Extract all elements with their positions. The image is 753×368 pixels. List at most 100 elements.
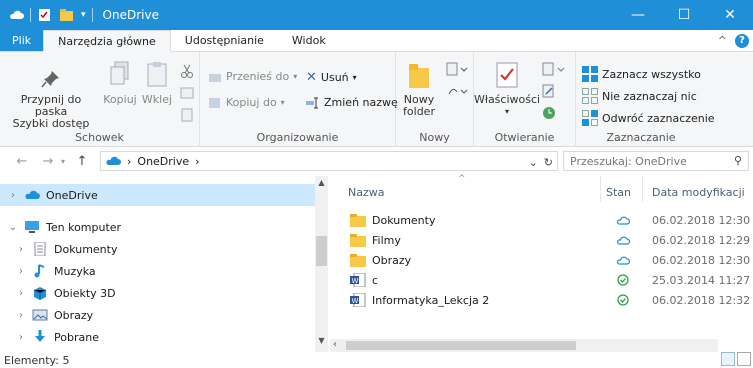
svg-text:W: W xyxy=(352,297,359,305)
path-separator[interactable]: › xyxy=(195,155,199,168)
properties-button[interactable]: Właściwości ▾ xyxy=(474,60,540,118)
path-separator[interactable]: › xyxy=(127,155,131,168)
details-view-icon[interactable] xyxy=(721,352,735,366)
quick-access-toolbar: ▾ xyxy=(0,8,93,22)
refresh-icon[interactable]: ↻ xyxy=(544,156,553,169)
group-select: Zaznacz wszystko Nie zaznaczaj nic Odwró… xyxy=(576,52,715,147)
back-button[interactable]: ← xyxy=(12,154,32,169)
rename-label: Zmień nazwę xyxy=(324,96,398,109)
maximize-button[interactable]: ☐ xyxy=(661,0,707,30)
tab-home[interactable]: Narzędzia główne xyxy=(43,30,171,52)
file-list-hscrollbar[interactable]: ‹ xyxy=(330,339,718,352)
invert-selection-button[interactable]: Odwróć zaznaczenie xyxy=(582,110,715,126)
file-row[interactable]: W Informatyka_Lekcja 2 06.02.2018 12:32 xyxy=(330,290,753,310)
expand-chevron-icon[interactable]: › xyxy=(14,288,28,299)
customize-qat-icon[interactable]: ▾ xyxy=(81,10,86,20)
new-folder-button[interactable]: Nowy folder xyxy=(398,60,440,118)
nav-label: Obrazy xyxy=(54,308,94,322)
move-to-label: Przenieś do xyxy=(226,70,290,83)
expand-chevron-icon[interactable]: › xyxy=(6,190,20,201)
paste-shortcut-icon[interactable] xyxy=(180,108,194,122)
new-item-icon[interactable] xyxy=(446,62,468,78)
file-row[interactable]: W c 25.03.2014 11:27 xyxy=(330,270,753,290)
history-icon[interactable] xyxy=(542,106,556,120)
properties-check-icon[interactable] xyxy=(37,8,53,22)
nav-item-pictures[interactable]: › Obrazy xyxy=(0,304,315,326)
address-dropdown-icon[interactable]: ⌄ xyxy=(529,156,538,169)
pin-quick-access-button[interactable]: Przypnij do paska Szybki dostęp xyxy=(6,68,96,130)
edit-icon[interactable] xyxy=(542,84,556,98)
scrollbar-thumb[interactable] xyxy=(346,341,576,350)
collapse-chevron-icon[interactable]: ⌄ xyxy=(6,222,20,233)
recent-locations-icon[interactable]: ▾ xyxy=(58,157,68,166)
search-input[interactable]: Przeszukaj: OneDrive ⚲ xyxy=(563,151,749,171)
search-icon[interactable]: ⚲ xyxy=(734,154,742,167)
nav-item-documents[interactable]: › Dokumenty xyxy=(0,238,315,260)
file-name: c xyxy=(372,273,379,287)
onedrive-cloud-icon xyxy=(106,156,121,165)
move-to-button[interactable]: Przenieś do ▾ xyxy=(208,70,297,83)
nav-pane-scrollbar[interactable]: ▲ ▼ xyxy=(315,176,328,352)
forward-button[interactable]: → xyxy=(38,154,58,169)
minimize-button[interactable]: — xyxy=(615,0,661,30)
help-icon[interactable]: ? xyxy=(735,33,749,48)
group-label-new: Nowy xyxy=(419,131,450,144)
nav-item-downloads[interactable]: › Pobrane xyxy=(0,326,315,348)
group-label-clipboard: Schowek xyxy=(75,131,124,144)
delete-label: Usuń xyxy=(320,71,349,84)
expand-chevron-icon[interactable]: › xyxy=(14,332,28,343)
select-all-icon xyxy=(582,66,598,82)
nav-item-onedrive[interactable]: › OneDrive xyxy=(0,184,315,206)
column-divider[interactable] xyxy=(642,176,643,202)
select-all-button[interactable]: Zaznacz wszystko xyxy=(582,66,701,82)
delete-button[interactable]: ✕ Usuń ▾ xyxy=(306,70,357,85)
file-row[interactable]: Filmy 06.02.2018 12:29 xyxy=(330,230,753,250)
copy-to-button[interactable]: Kopiuj do ▾ xyxy=(208,96,285,109)
nav-item-music[interactable]: › Muzyka xyxy=(0,260,315,282)
open-icon[interactable] xyxy=(542,62,566,78)
column-header-name[interactable]: Nazwa ^ xyxy=(348,174,593,202)
item-count: Elementy: 5 xyxy=(4,353,70,367)
paste-clipboard-icon xyxy=(147,62,167,87)
new-folder-icon[interactable] xyxy=(59,8,75,22)
rename-button[interactable]: Zmień nazwę xyxy=(306,96,398,109)
expand-chevron-icon[interactable]: › xyxy=(14,266,28,277)
nav-item-3d-objects[interactable]: › Obiekty 3D xyxy=(0,282,315,304)
nav-item-this-pc[interactable]: ⌄ Ten komputer xyxy=(0,216,315,238)
breadcrumb-onedrive[interactable]: OneDrive xyxy=(137,155,189,168)
file-name-cell: W c xyxy=(350,270,378,290)
expand-chevron-icon[interactable]: › xyxy=(14,244,28,255)
ribbon-right-controls: ^ ? xyxy=(718,30,753,51)
word-document-icon: W xyxy=(350,293,366,307)
cut-scissors-icon[interactable] xyxy=(180,64,194,78)
column-header-modified[interactable]: Data modyfikacji xyxy=(652,176,753,202)
select-none-button[interactable]: Nie zaznaczaj nic xyxy=(582,88,697,104)
copy-button[interactable]: Kopiuj xyxy=(102,60,138,106)
address-bar[interactable]: › OneDrive › ⌄ ↻ xyxy=(100,151,558,171)
nav-label: Obiekty 3D xyxy=(54,286,116,300)
expand-chevron-icon[interactable]: › xyxy=(14,310,28,321)
easy-access-icon[interactable] xyxy=(446,84,468,100)
collapse-ribbon-icon[interactable]: ^ xyxy=(718,34,727,47)
tab-view[interactable]: Widok xyxy=(278,30,340,51)
svg-text:W: W xyxy=(352,277,359,285)
tab-file[interactable]: Plik xyxy=(0,30,44,51)
copy-path-icon[interactable] xyxy=(180,86,194,100)
up-button[interactable]: ↑ xyxy=(72,154,92,169)
file-row[interactable]: Dokumenty 06.02.2018 12:30 xyxy=(330,210,753,230)
tab-share[interactable]: Udostępnianie xyxy=(171,30,278,51)
select-all-label: Zaznacz wszystko xyxy=(602,67,701,81)
separator xyxy=(91,8,93,22)
scroll-down-icon[interactable]: ▼ xyxy=(315,336,328,345)
close-button[interactable]: ✕ xyxy=(707,0,753,30)
file-row[interactable]: Obrazy 06.02.2018 12:30 xyxy=(330,250,753,270)
scroll-left-icon[interactable]: ‹ xyxy=(333,339,337,350)
scrollbar-thumb[interactable] xyxy=(316,236,327,266)
folder-icon xyxy=(350,234,366,247)
large-icons-view-icon[interactable] xyxy=(737,352,751,366)
scroll-up-icon[interactable]: ▲ xyxy=(315,178,328,187)
column-header-status[interactable]: Stan xyxy=(606,176,656,202)
documents-icon xyxy=(34,242,46,256)
paste-button[interactable]: Wklej xyxy=(140,60,174,106)
column-divider[interactable] xyxy=(600,176,601,202)
